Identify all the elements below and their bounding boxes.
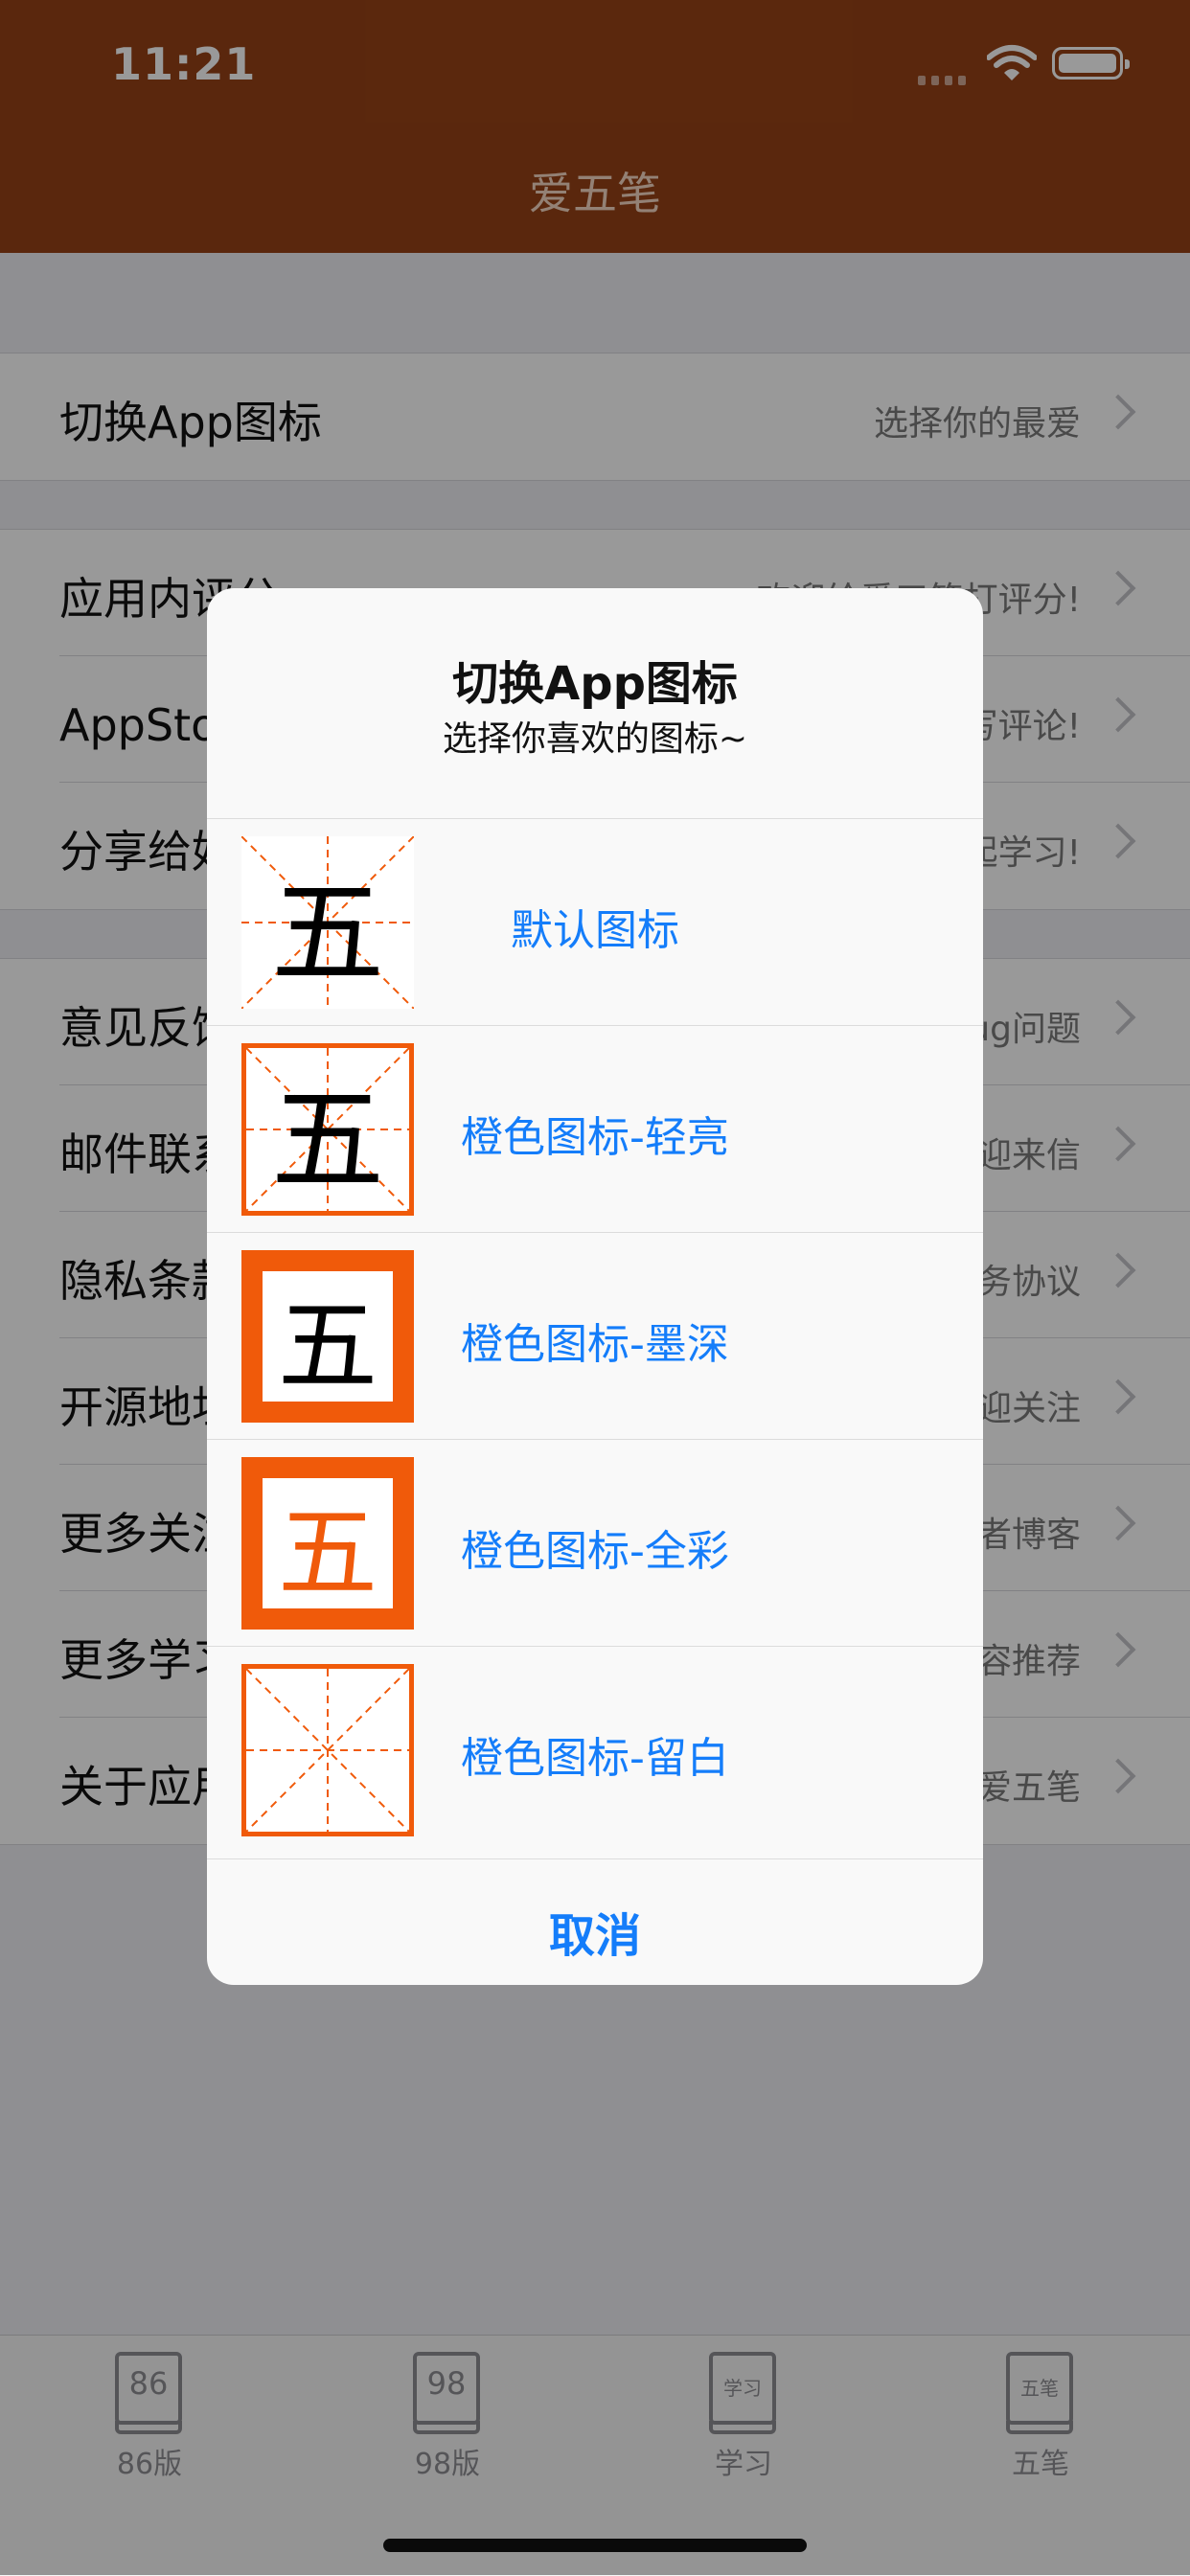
option-label: 橙色图标-轻亮 xyxy=(461,1113,729,1162)
option-orange-dark-icon[interactable]: 五 橙色图标-墨深 xyxy=(207,1232,983,1440)
dialog-title: 切换App图标 xyxy=(452,657,738,711)
cancel-label: 取消 xyxy=(548,1909,641,1963)
option-label: 橙色图标-留白 xyxy=(461,1734,729,1783)
option-orange-blank-icon[interactable]: 橙色图标-留白 xyxy=(207,1646,983,1854)
switch-icon-dialog: 切换App图标 选择你喜欢的图标~ 五 默认图标 五 橙色图标-轻亮 五 橙色图… xyxy=(207,588,983,1985)
cancel-button[interactable]: 取消 xyxy=(207,1858,983,1985)
option-default-icon[interactable]: 五 默认图标 xyxy=(207,818,983,1026)
option-label: 橙色图标-全彩 xyxy=(461,1527,729,1576)
dialog-message: 选择你喜欢的图标~ xyxy=(442,719,748,759)
option-orange-light-icon[interactable]: 五 橙色图标-轻亮 xyxy=(207,1025,983,1233)
option-label: 默认图标 xyxy=(511,906,679,955)
option-label: 橙色图标-墨深 xyxy=(461,1320,729,1369)
option-orange-full-icon[interactable]: 五 橙色图标-全彩 xyxy=(207,1439,983,1647)
